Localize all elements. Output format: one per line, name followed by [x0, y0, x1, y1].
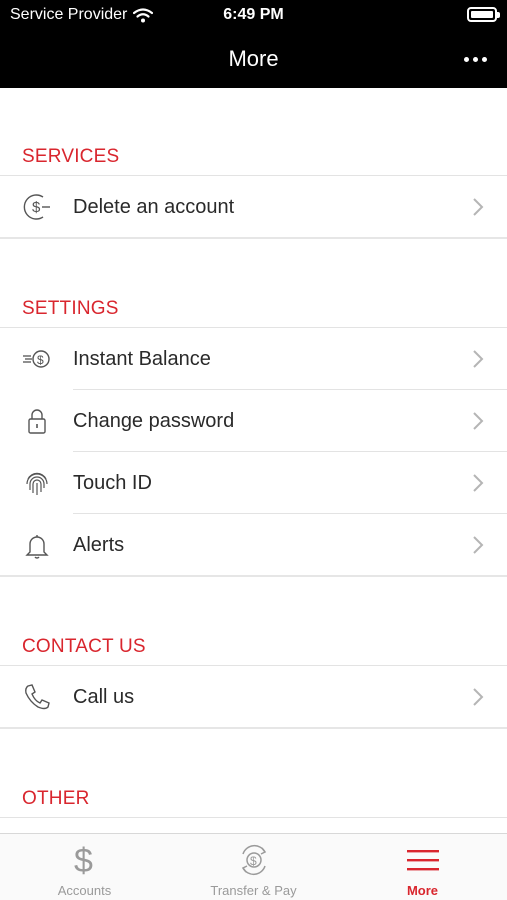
section-divider	[0, 727, 507, 729]
svg-text:$: $	[37, 353, 44, 367]
menu-item-label: Touch ID	[73, 471, 152, 494]
section-divider	[0, 237, 507, 239]
more-options-button[interactable]	[457, 44, 493, 74]
status-time: 6:49 PM	[223, 6, 284, 23]
menu-item-label: Alerts	[73, 533, 125, 556]
tab-more[interactable]: More	[338, 834, 507, 900]
page-title: More	[228, 46, 279, 71]
chevron-right-icon	[473, 536, 484, 554]
svg-text:$: $	[74, 842, 93, 878]
more-menu-list[interactable]: SERVICES $ Delete an account SETTINGS $ …	[0, 88, 507, 833]
menu-item-label: Instant Balance	[73, 347, 211, 370]
tab-label: More	[406, 883, 439, 898]
chevron-right-icon	[473, 198, 484, 216]
status-bar: Service Provider 6:49 PM	[0, 0, 507, 30]
fast-dollar-icon: $	[20, 342, 54, 376]
dollar-circle-minus-icon: $	[20, 190, 54, 224]
chevron-right-icon	[473, 350, 484, 368]
tab-label: Transfer & Pay	[210, 883, 297, 898]
section-header-services: SERVICES	[22, 146, 120, 167]
section-header-contact-us: CONTACT US	[22, 636, 146, 657]
section-header-other: OTHER	[22, 788, 90, 809]
battery-icon	[467, 7, 500, 22]
dollar-icon: $	[65, 842, 105, 878]
phone-icon	[20, 680, 54, 714]
menu-item-instant-balance[interactable]: $ Instant Balance	[0, 328, 507, 390]
menu-item-call-us[interactable]: Call us	[0, 666, 507, 728]
menu-item-label: Call us	[73, 685, 135, 708]
menu-item-touch-id[interactable]: Touch ID	[0, 452, 507, 514]
menu-item-label: Change password	[73, 409, 235, 432]
navigation-bar: More	[0, 30, 507, 88]
svg-text:$: $	[250, 854, 257, 868]
divider	[0, 817, 507, 818]
ellipsis-icon-dot	[481, 56, 487, 62]
bell-icon	[20, 528, 54, 562]
tab-transfer-pay[interactable]: $ Transfer & Pay	[169, 834, 338, 900]
fingerprint-icon	[20, 466, 54, 500]
ellipsis-icon-dot	[463, 56, 469, 62]
tab-bar: $ Accounts $ Transfer & Pay More	[0, 833, 507, 900]
chevron-right-icon	[473, 474, 484, 492]
menu-item-label: Delete an account	[73, 195, 235, 218]
tab-label: Accounts	[57, 883, 112, 898]
svg-text:$: $	[32, 199, 41, 216]
tab-accounts[interactable]: $ Accounts	[0, 834, 169, 900]
ellipsis-icon-dot	[472, 56, 478, 62]
section-header-settings: SETTINGS	[22, 298, 119, 319]
menu-item-change-password[interactable]: Change password	[0, 390, 507, 452]
menu-icon	[403, 842, 443, 878]
chevron-right-icon	[473, 412, 484, 430]
chevron-right-icon	[473, 688, 484, 706]
transfer-dollar-icon: $	[234, 842, 274, 878]
section-divider	[0, 575, 507, 577]
lock-icon	[20, 404, 54, 438]
menu-item-delete-account[interactable]: $ Delete an account	[0, 176, 507, 238]
menu-item-alerts[interactable]: Alerts	[0, 514, 507, 576]
